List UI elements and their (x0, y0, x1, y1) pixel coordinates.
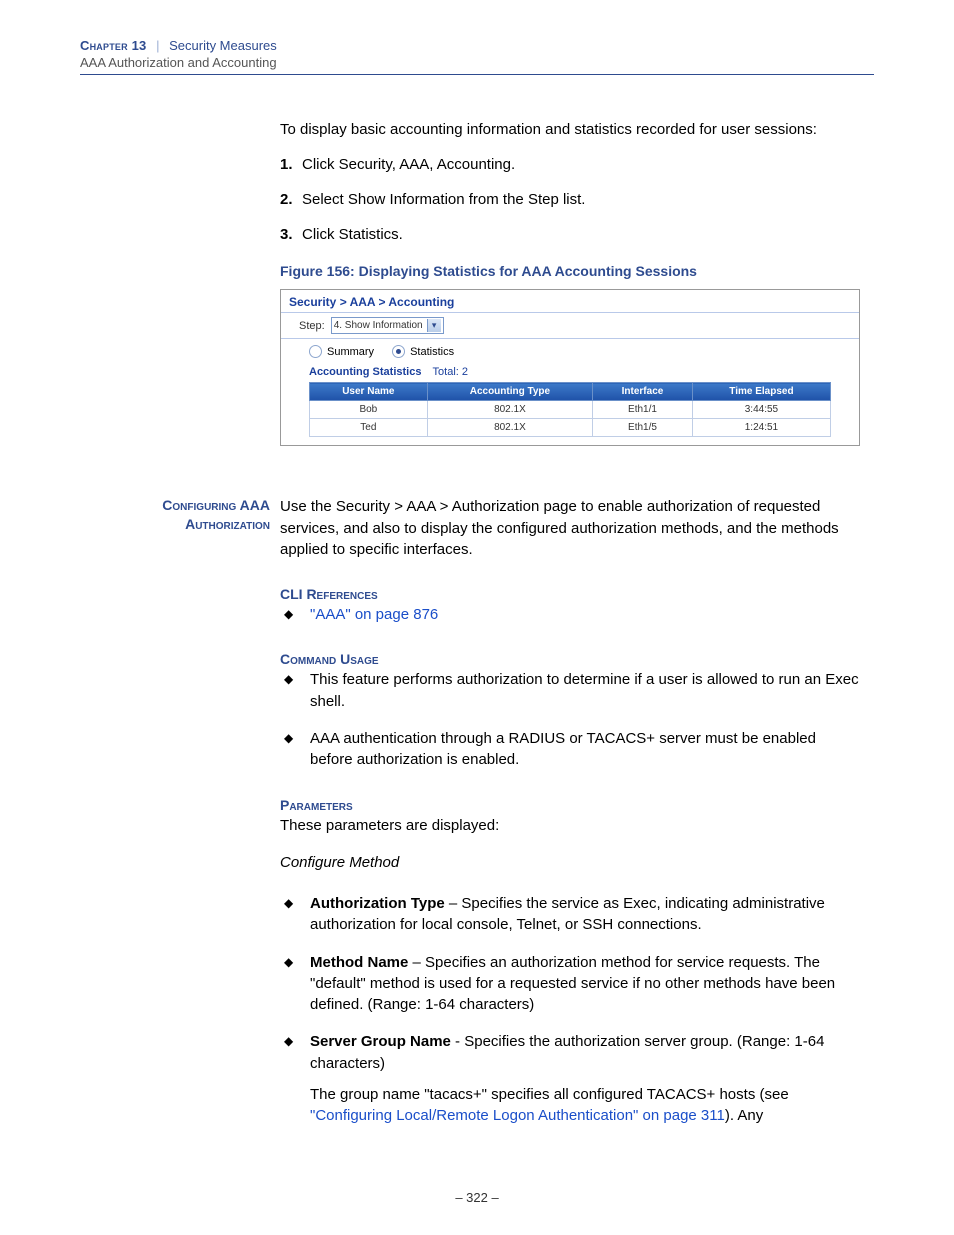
margin-heading-line1: Configuring AAA (162, 497, 270, 513)
list-item: Method Name – Specifies an authorization… (280, 952, 860, 1016)
step-item: 3.Click Statistics. (280, 226, 860, 243)
step-number: 2. (280, 191, 302, 208)
parameters-heading: Parameters (280, 797, 860, 813)
panel-breadcrumb: Security > AAA > Accounting (281, 290, 859, 312)
step-item: 2.Select Show Information from the Step … (280, 191, 860, 208)
step-number: 3. (280, 226, 302, 243)
step-dropdown-value: 4. Show Information (334, 320, 423, 331)
margin-heading-line2: Authorization (185, 516, 270, 532)
param-label: Method Name (310, 954, 408, 971)
cell-username: Ted (310, 419, 428, 437)
cell-interface: Eth1/5 (593, 419, 693, 437)
cell-time: 3:44:55 (692, 401, 830, 419)
step-selector-row: Step: 4. Show Information ▾ (281, 313, 859, 338)
parameters-list: Authorization Type – Specifies the servi… (280, 893, 860, 1127)
list-item: Authorization Type – Specifies the servi… (280, 893, 860, 936)
command-usage-list: This feature performs authorization to d… (280, 669, 860, 770)
radio-statistics-label: Statistics (410, 346, 454, 358)
command-usage-heading: Command Usage (280, 651, 860, 667)
chapter-label: Chapter 13 (80, 38, 146, 53)
step-dropdown[interactable]: 4. Show Information ▾ (331, 317, 444, 334)
radio-statistics[interactable] (392, 345, 405, 358)
col-time-elapsed: Time Elapsed (692, 383, 830, 401)
step-text: Select Show Information from the Step li… (302, 191, 585, 208)
col-acct-type: Accounting Type (427, 383, 592, 401)
table-header-row: User Name Accounting Type Interface Time… (310, 383, 831, 401)
section-configuring-aaa-auth: Configuring AAA Authorization Use the Se… (280, 496, 860, 560)
chevron-down-icon: ▾ (427, 319, 441, 332)
cli-aaa-link[interactable]: "AAA" on page 876 (310, 606, 438, 623)
cell-username: Bob (310, 401, 428, 419)
col-interface: Interface (593, 383, 693, 401)
list-item: "AAA" on page 876 (280, 604, 860, 625)
header-divider: | (150, 38, 165, 53)
table-row: Ted 802.1X Eth1/5 1:24:51 (310, 419, 831, 437)
cell-time: 1:24:51 (692, 419, 830, 437)
radio-summary[interactable] (309, 345, 322, 358)
content-area: To display basic accounting information … (80, 119, 874, 1127)
page-header: Chapter 13 | Security Measures AAA Autho… (80, 38, 874, 75)
param-note-pre: The group name "tacacs+" specifies all c… (310, 1086, 789, 1103)
stats-label: Accounting Statistics (309, 366, 421, 378)
step-label: Step: (299, 320, 325, 332)
steps-list: 1.Click Security, AAA, Accounting. 2.Sel… (280, 156, 860, 243)
step-number: 1. (280, 156, 302, 173)
intro-text: To display basic accounting information … (280, 119, 860, 140)
cell-interface: Eth1/1 (593, 401, 693, 419)
list-item: AAA authentication through a RADIUS or T… (280, 728, 860, 771)
table-row: Bob 802.1X Eth1/1 3:44:55 (310, 401, 831, 419)
margin-heading: Configuring AAA Authorization (80, 496, 274, 534)
radio-group: Summary Statistics (281, 339, 859, 364)
col-username: User Name (310, 383, 428, 401)
param-note-post: ). Any (725, 1107, 763, 1124)
screenshot-panel: Security > AAA > Accounting Step: 4. Sho… (280, 289, 860, 446)
header-subtitle: AAA Authorization and Accounting (80, 55, 874, 70)
accounting-table: User Name Accounting Type Interface Time… (309, 382, 831, 437)
cell-acct-type: 802.1X (427, 401, 592, 419)
config-auth-link[interactable]: "Configuring Local/Remote Logon Authenti… (310, 1107, 725, 1124)
header-section-title: Security Measures (169, 38, 277, 53)
parameters-intro: These parameters are displayed: (280, 815, 860, 836)
param-note: The group name "tacacs+" specifies all c… (310, 1084, 860, 1127)
step-text: Click Statistics. (302, 226, 403, 243)
header-title-line: Chapter 13 | Security Measures (80, 38, 874, 53)
cell-acct-type: 802.1X (427, 419, 592, 437)
step-text: Click Security, AAA, Accounting. (302, 156, 515, 173)
list-item: This feature performs authorization to d… (280, 669, 860, 712)
figure-caption: Figure 156: Displaying Statistics for AA… (280, 263, 860, 279)
section-body: Use the Security > AAA > Authorization p… (280, 496, 860, 560)
page: Chapter 13 | Security Measures AAA Autho… (0, 0, 954, 1235)
list-item: Server Group Name - Specifies the author… (280, 1031, 860, 1126)
parameters-subheading: Configure Method (280, 854, 860, 871)
stats-total: Total: 2 (433, 366, 468, 378)
cli-references-heading: CLI References (280, 586, 860, 602)
stats-heading-row: Accounting Statistics Total: 2 (281, 364, 859, 382)
radio-summary-label: Summary (327, 346, 374, 358)
main-column: To display basic accounting information … (280, 119, 860, 1127)
cli-references-list: "AAA" on page 876 (280, 604, 860, 625)
param-label: Authorization Type (310, 895, 445, 912)
page-number: – 322 – (0, 1190, 954, 1205)
param-label: Server Group Name (310, 1033, 451, 1050)
step-item: 1.Click Security, AAA, Accounting. (280, 156, 860, 173)
